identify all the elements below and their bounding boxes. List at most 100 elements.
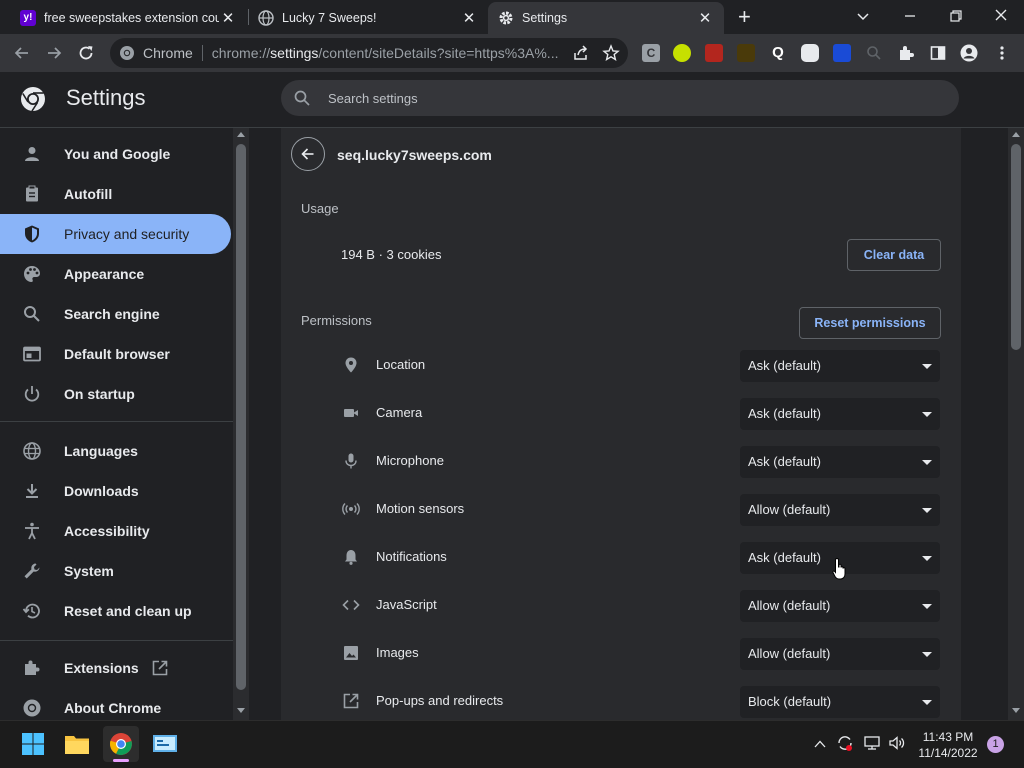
dropdown-arrow-icon bbox=[922, 460, 932, 465]
permission-row-camera: Camera Ask (default) bbox=[281, 390, 961, 438]
page-title: Settings bbox=[66, 85, 146, 110]
search-icon bbox=[293, 89, 311, 107]
scroll-down-arrow[interactable] bbox=[1012, 708, 1020, 713]
globe-icon bbox=[22, 441, 42, 461]
sidebar-scrollbar[interactable] bbox=[233, 128, 249, 720]
dropdown-arrow-icon bbox=[922, 652, 932, 657]
close-tab-icon[interactable]: ✕ bbox=[460, 9, 478, 27]
hand-cursor-icon bbox=[832, 557, 848, 581]
new-tab-button[interactable]: + bbox=[738, 6, 751, 28]
sidebar-item-label: Search engine bbox=[64, 306, 160, 322]
search-input[interactable] bbox=[326, 89, 930, 107]
scroll-up-arrow[interactable] bbox=[237, 132, 245, 137]
scroll-up-arrow[interactable] bbox=[1012, 132, 1020, 137]
clear-data-button[interactable]: Clear data bbox=[847, 239, 941, 271]
site-title: seq.lucky7sweeps.com bbox=[337, 147, 492, 163]
extension-hex-icon[interactable] bbox=[801, 44, 819, 62]
sidebar-item-reset-and-clean-up[interactable]: Reset and clean up bbox=[0, 591, 231, 631]
file-explorer-button[interactable] bbox=[59, 726, 95, 762]
extension-shield-icon[interactable] bbox=[705, 44, 723, 62]
side-panel-icon[interactable] bbox=[929, 44, 947, 62]
restore-icon[interactable] bbox=[948, 8, 964, 24]
extension-c-icon[interactable]: C bbox=[642, 44, 660, 62]
sidebar-item-label: Languages bbox=[64, 443, 138, 459]
sidebar-item-you-and-google[interactable]: You and Google bbox=[0, 134, 231, 174]
permission-value: Allow (default) bbox=[748, 598, 831, 613]
show-hidden-icons-icon[interactable] bbox=[813, 737, 827, 751]
minimize-icon[interactable] bbox=[902, 8, 918, 24]
sidebar-item-label: Extensions bbox=[64, 660, 139, 676]
sidebar-item-languages[interactable]: Languages bbox=[0, 431, 231, 471]
reload-icon[interactable] bbox=[77, 44, 95, 62]
permission-select[interactable]: Allow (default) bbox=[740, 638, 940, 670]
sidebar-item-label: Default browser bbox=[64, 346, 170, 362]
bookmark-star-icon[interactable] bbox=[602, 44, 620, 62]
reset-permissions-button[interactable]: Reset permissions bbox=[799, 307, 941, 339]
code-icon bbox=[342, 596, 360, 614]
permission-label: Motion sensors bbox=[376, 501, 465, 516]
search-settings-box[interactable] bbox=[281, 80, 959, 116]
close-tab-icon[interactable]: ✕ bbox=[219, 9, 237, 27]
permissions-heading: Permissions bbox=[301, 313, 372, 328]
puzzle-icon bbox=[22, 658, 42, 678]
sidebar-item-autofill[interactable]: Autofill bbox=[0, 174, 231, 214]
permission-select[interactable]: Ask (default) bbox=[740, 350, 940, 382]
start-button[interactable] bbox=[15, 726, 51, 762]
wrench-icon bbox=[22, 561, 42, 581]
extension-blue-icon[interactable] bbox=[833, 44, 851, 62]
extension-q-icon[interactable]: Q bbox=[769, 44, 787, 62]
clock[interactable]: 11:43 PM 11/14/2022 bbox=[913, 729, 983, 761]
close-window-icon[interactable] bbox=[993, 7, 1009, 23]
sidebar-item-on-startup[interactable]: On startup bbox=[0, 374, 231, 414]
menu-kebab-icon[interactable] bbox=[993, 44, 1011, 62]
network-icon[interactable] bbox=[863, 734, 881, 752]
control-panel-button[interactable] bbox=[147, 726, 183, 762]
permission-select[interactable]: Allow (default) bbox=[740, 590, 940, 622]
sidebar-item-system[interactable]: System bbox=[0, 551, 231, 591]
sidebar-item-extensions[interactable]: Extensions bbox=[0, 648, 231, 688]
sidebar-item-downloads[interactable]: Downloads bbox=[0, 471, 231, 511]
scroll-down-arrow[interactable] bbox=[237, 708, 245, 713]
tab-search-icon[interactable] bbox=[855, 8, 871, 24]
permission-row-location: Location Ask (default) bbox=[281, 342, 961, 390]
permission-select[interactable]: Ask (default) bbox=[740, 398, 940, 430]
forward-icon[interactable] bbox=[45, 44, 63, 62]
sidebar-item-search-engine[interactable]: Search engine bbox=[0, 294, 231, 334]
sidebar-item-label: On startup bbox=[64, 386, 135, 402]
permission-select[interactable]: Allow (default) bbox=[740, 494, 940, 526]
extension-lime-icon[interactable] bbox=[673, 44, 691, 62]
notification-badge[interactable]: 1 bbox=[987, 736, 1004, 753]
chrome-taskbar-button[interactable] bbox=[103, 726, 139, 762]
sync-icon[interactable] bbox=[836, 734, 854, 752]
volume-icon[interactable] bbox=[888, 734, 906, 752]
close-tab-icon[interactable]: ✕ bbox=[696, 9, 714, 27]
back-button[interactable] bbox=[291, 137, 325, 171]
sidebar-item-label: Autofill bbox=[64, 186, 113, 202]
sidebar-item-appearance[interactable]: Appearance bbox=[0, 254, 231, 294]
dropdown-arrow-icon bbox=[922, 604, 932, 609]
microphone-icon bbox=[342, 452, 360, 470]
sidebar-item-default-browser[interactable]: Default browser bbox=[0, 334, 231, 374]
puzzle-icon[interactable] bbox=[897, 44, 915, 62]
permission-select[interactable]: Block (default) bbox=[740, 686, 940, 718]
main-scroll-thumb[interactable] bbox=[1011, 144, 1021, 350]
share-icon[interactable] bbox=[572, 44, 590, 62]
sidebar-item-privacy-and-security[interactable]: Privacy and security bbox=[0, 214, 231, 254]
profile-icon[interactable] bbox=[960, 44, 978, 62]
sidebar-scroll-thumb[interactable] bbox=[236, 144, 246, 690]
tab-settings[interactable]: Settings ✕ bbox=[488, 2, 724, 34]
permission-label: Location bbox=[376, 357, 426, 372]
address-bar[interactable]: Chrome chrome://settings/content/siteDet… bbox=[110, 38, 628, 68]
extension-search-icon[interactable] bbox=[865, 44, 883, 62]
control-panel-icon bbox=[152, 733, 178, 755]
tab-sweepstakes[interactable]: y! free sweepstakes extension coup ✕ bbox=[12, 2, 246, 34]
download-icon bbox=[22, 481, 42, 501]
main-scrollbar[interactable] bbox=[1008, 128, 1024, 720]
extension-link-icon[interactable] bbox=[737, 44, 755, 62]
folder-icon bbox=[64, 733, 90, 755]
sidebar-item-accessibility[interactable]: Accessibility bbox=[0, 511, 231, 551]
back-icon[interactable] bbox=[13, 44, 31, 62]
permission-select[interactable]: Ask (default) bbox=[740, 446, 940, 478]
tab-lucky7[interactable]: Lucky 7 Sweeps! ✕ bbox=[250, 2, 486, 34]
permission-label: Images bbox=[376, 645, 419, 660]
